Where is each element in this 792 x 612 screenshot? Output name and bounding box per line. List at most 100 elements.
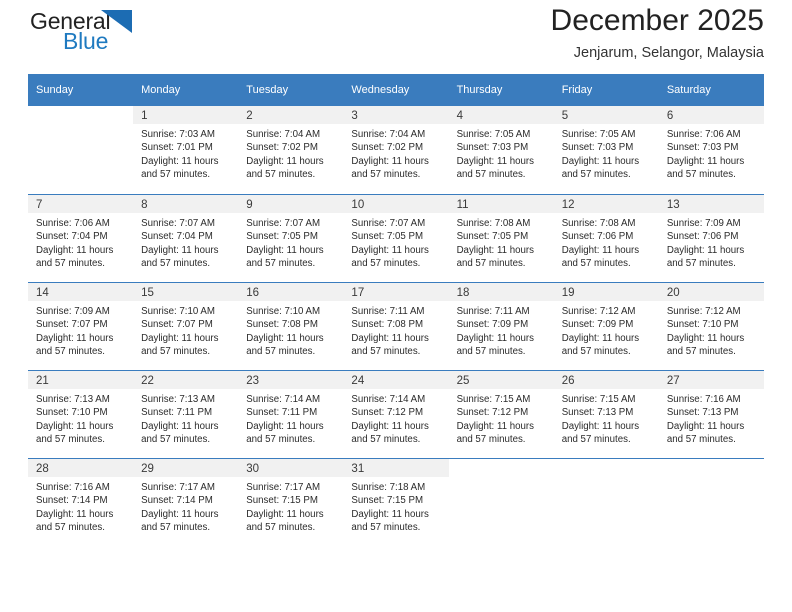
calendar-day-cell[interactable]: 24 Sunrise: 7:14 AM Sunset: 7:12 PM Dayligh… (343, 370, 449, 458)
daylight-text-line2: and 57 minutes. (351, 258, 421, 270)
day-cell-inner: 23 Sunrise: 7:14 AM Sunset: 7:11 PM Dayligh… (238, 370, 344, 458)
sunset-text: Sunset: 7:08 PM (351, 319, 424, 331)
calendar-day-cell[interactable]: 8 Sunrise: 7:07 AM Sunset: 7:04 PM Daylight… (133, 194, 239, 282)
calendar-day-cell[interactable]: 11 Sunrise: 7:08 AM Sunset: 7:05 PM Dayligh… (448, 194, 554, 282)
calendar-day-cell[interactable]: 5 Sunrise: 7:05 AM Sunset: 7:03 PM Daylight… (553, 106, 659, 194)
daylight-text-line2: and 57 minutes. (666, 434, 736, 446)
day-cell-inner (658, 458, 764, 546)
daylight-text-line2: and 57 minutes. (561, 258, 631, 270)
daylight-text-line1: Daylight: 11 hours (36, 332, 114, 344)
day-sun-info: Sunrise: 7:18 AM Sunset: 7:15 PM Daylight:… (343, 477, 448, 535)
sunset-text: Sunset: 7:03 PM (561, 142, 634, 154)
daylight-text-line1: Daylight: 11 hours (351, 508, 429, 520)
day-cell-inner: 3 Sunrise: 7:04 AM Sunset: 7:02 PM Daylight… (343, 106, 449, 194)
calendar-day-cell[interactable]: 25 Sunrise: 7:15 AM Sunset: 7:12 PM Dayligh… (448, 370, 554, 458)
calendar-week-row: 28 Sunrise: 7:16 AM Sunset: 7:14 PM Dayligh… (28, 458, 764, 546)
sunrise-text: Sunrise: 7:11 AM (351, 306, 425, 317)
day-cell-inner: 26 Sunrise: 7:15 AM Sunset: 7:13 PM Dayligh… (553, 370, 659, 458)
sunrise-text: Sunrise: 7:04 AM (351, 129, 426, 140)
day-number: 1 (133, 106, 239, 124)
day-number: 20 (658, 283, 764, 301)
day-sun-info: Sunrise: 7:16 AM Sunset: 7:14 PM Daylight:… (28, 477, 133, 535)
calendar-day-cell[interactable]: 3 Sunrise: 7:04 AM Sunset: 7:02 PM Daylight… (343, 106, 449, 194)
sunset-text: Sunset: 7:04 PM (141, 231, 213, 243)
daylight-text-line2: and 57 minutes. (246, 522, 316, 534)
calendar-day-cell[interactable]: 20 Sunrise: 7:12 AM Sunset: 7:10 PM Dayligh… (658, 282, 764, 370)
calendar-day-cell[interactable]: 29 Sunrise: 7:17 AM Sunset: 7:14 PM Dayligh… (133, 458, 239, 546)
calendar-day-cell[interactable]: 23 Sunrise: 7:14 AM Sunset: 7:11 PM Dayligh… (238, 370, 344, 458)
day-number: 18 (448, 283, 554, 301)
general-blue-logo[interactable]: General Blue (28, 6, 238, 64)
sunrise-text: Sunrise: 7:10 AM (246, 306, 321, 317)
daylight-text-line2: and 57 minutes. (561, 169, 631, 181)
sunrise-text: Sunrise: 7:04 AM (246, 129, 321, 140)
daylight-text-line2: and 57 minutes. (141, 169, 211, 181)
daylight-text-line1: Daylight: 11 hours (246, 420, 324, 432)
day-sun-info: Sunrise: 7:11 AM Sunset: 7:08 PM Daylight:… (343, 301, 448, 359)
day-sun-info: Sunrise: 7:08 AM Sunset: 7:06 PM Daylight:… (554, 213, 659, 271)
calendar-day-cell[interactable]: 1 Sunrise: 7:03 AM Sunset: 7:01 PM Daylight… (133, 106, 239, 194)
calendar-empty-cell (553, 458, 659, 546)
calendar-day-cell[interactable]: 30 Sunrise: 7:17 AM Sunset: 7:15 PM Dayligh… (238, 458, 344, 546)
day-number (659, 459, 764, 477)
calendar-day-cell[interactable]: 2 Sunrise: 7:04 AM Sunset: 7:02 PM Daylight… (238, 106, 344, 194)
daylight-text-line1: Daylight: 11 hours (351, 332, 429, 344)
day-number: 25 (448, 371, 554, 389)
weekday-header-row: Sunday Monday Tuesday Wednesday Thursday… (28, 74, 764, 106)
day-cell-inner: 28 Sunrise: 7:16 AM Sunset: 7:14 PM Dayligh… (28, 458, 134, 546)
calendar-day-cell[interactable]: 28 Sunrise: 7:16 AM Sunset: 7:14 PM Dayligh… (28, 458, 134, 546)
calendar-day-cell[interactable]: 4 Sunrise: 7:05 AM Sunset: 7:03 PM Daylight… (448, 106, 554, 194)
calendar-day-cell[interactable]: 16 Sunrise: 7:10 AM Sunset: 7:08 PM Dayligh… (238, 282, 344, 370)
calendar-day-cell[interactable]: 15 Sunrise: 7:10 AM Sunset: 7:07 PM Dayligh… (133, 282, 239, 370)
day-number: 4 (448, 106, 554, 124)
day-cell-inner (553, 458, 659, 546)
daylight-text-line1: Daylight: 11 hours (246, 508, 324, 520)
calendar-day-cell[interactable]: 12 Sunrise: 7:08 AM Sunset: 7:06 PM Dayligh… (553, 194, 659, 282)
daylight-text-line2: and 57 minutes. (246, 258, 316, 270)
day-sun-info: Sunrise: 7:03 AM Sunset: 7:01 PM Daylight:… (133, 124, 238, 182)
day-number: 2 (238, 106, 344, 124)
calendar-day-cell[interactable]: 18 Sunrise: 7:11 AM Sunset: 7:09 PM Dayligh… (448, 282, 554, 370)
sunset-text: Sunset: 7:05 PM (351, 231, 424, 243)
calendar-day-cell[interactable]: 31 Sunrise: 7:18 AM Sunset: 7:15 PM Dayligh… (343, 458, 449, 546)
day-cell-inner: 20 Sunrise: 7:12 AM Sunset: 7:10 PM Dayligh… (658, 282, 764, 370)
sunset-text: Sunset: 7:10 PM (666, 319, 739, 331)
page-title: December 2025 (550, 4, 764, 37)
daylight-text-line2: and 57 minutes. (36, 522, 105, 534)
calendar-day-cell[interactable]: 9 Sunrise: 7:07 AM Sunset: 7:05 PM Daylight… (238, 194, 344, 282)
daylight-text-line2: and 57 minutes. (36, 434, 105, 446)
calendar-empty-cell (448, 458, 554, 546)
day-cell-inner: 12 Sunrise: 7:08 AM Sunset: 7:06 PM Dayligh… (553, 194, 659, 282)
calendar-day-cell[interactable]: 19 Sunrise: 7:12 AM Sunset: 7:09 PM Dayligh… (553, 282, 659, 370)
calendar-day-cell[interactable]: 14 Sunrise: 7:09 AM Sunset: 7:07 PM Dayligh… (28, 282, 134, 370)
sunrise-text: Sunrise: 7:03 AM (141, 129, 215, 140)
day-sun-info: Sunrise: 7:04 AM Sunset: 7:02 PM Daylight:… (238, 124, 343, 182)
weekday-header-monday: Monday (133, 74, 239, 106)
calendar-day-cell[interactable]: 13 Sunrise: 7:09 AM Sunset: 7:06 PM Dayligh… (658, 194, 764, 282)
calendar-day-cell[interactable]: 22 Sunrise: 7:13 AM Sunset: 7:11 PM Dayligh… (133, 370, 239, 458)
calendar-day-cell[interactable]: 6 Sunrise: 7:06 AM Sunset: 7:03 PM Daylight… (658, 106, 764, 194)
calendar-day-cell[interactable]: 26 Sunrise: 7:15 AM Sunset: 7:13 PM Dayligh… (553, 370, 659, 458)
daylight-text-line1: Daylight: 11 hours (141, 244, 219, 256)
sunset-text: Sunset: 7:02 PM (246, 142, 318, 154)
day-sun-info: Sunrise: 7:05 AM Sunset: 7:03 PM Daylight:… (554, 124, 659, 182)
calendar-week-row: 14 Sunrise: 7:09 AM Sunset: 7:07 PM Dayligh… (28, 282, 764, 370)
calendar-day-cell[interactable]: 21 Sunrise: 7:13 AM Sunset: 7:10 PM Dayligh… (28, 370, 134, 458)
calendar-day-cell[interactable]: 27 Sunrise: 7:16 AM Sunset: 7:13 PM Dayligh… (658, 370, 764, 458)
daylight-text-line2: and 57 minutes. (141, 346, 211, 358)
day-cell-inner: 27 Sunrise: 7:16 AM Sunset: 7:13 PM Dayligh… (658, 370, 764, 458)
calendar-day-cell[interactable]: 7 Sunrise: 7:06 AM Sunset: 7:04 PM Daylight… (28, 194, 134, 282)
day-cell-inner: 14 Sunrise: 7:09 AM Sunset: 7:07 PM Dayligh… (28, 282, 134, 370)
sunset-text: Sunset: 7:06 PM (561, 231, 634, 243)
calendar-day-cell[interactable]: 17 Sunrise: 7:11 AM Sunset: 7:08 PM Dayligh… (343, 282, 449, 370)
day-cell-inner: 8 Sunrise: 7:07 AM Sunset: 7:04 PM Daylight… (133, 194, 239, 282)
sunset-text: Sunset: 7:05 PM (456, 231, 529, 243)
calendar-day-cell[interactable]: 10 Sunrise: 7:07 AM Sunset: 7:05 PM Dayligh… (343, 194, 449, 282)
day-sun-info: Sunrise: 7:11 AM Sunset: 7:09 PM Daylight:… (449, 301, 554, 359)
day-number: 24 (343, 371, 449, 389)
daylight-text-line2: and 57 minutes. (666, 346, 736, 358)
sunset-text: Sunset: 7:02 PM (351, 142, 424, 154)
weekday-header-sunday: Sunday (28, 74, 134, 106)
day-sun-info: Sunrise: 7:16 AM Sunset: 7:13 PM Daylight:… (659, 389, 764, 447)
daylight-text-line1: Daylight: 11 hours (666, 420, 745, 432)
